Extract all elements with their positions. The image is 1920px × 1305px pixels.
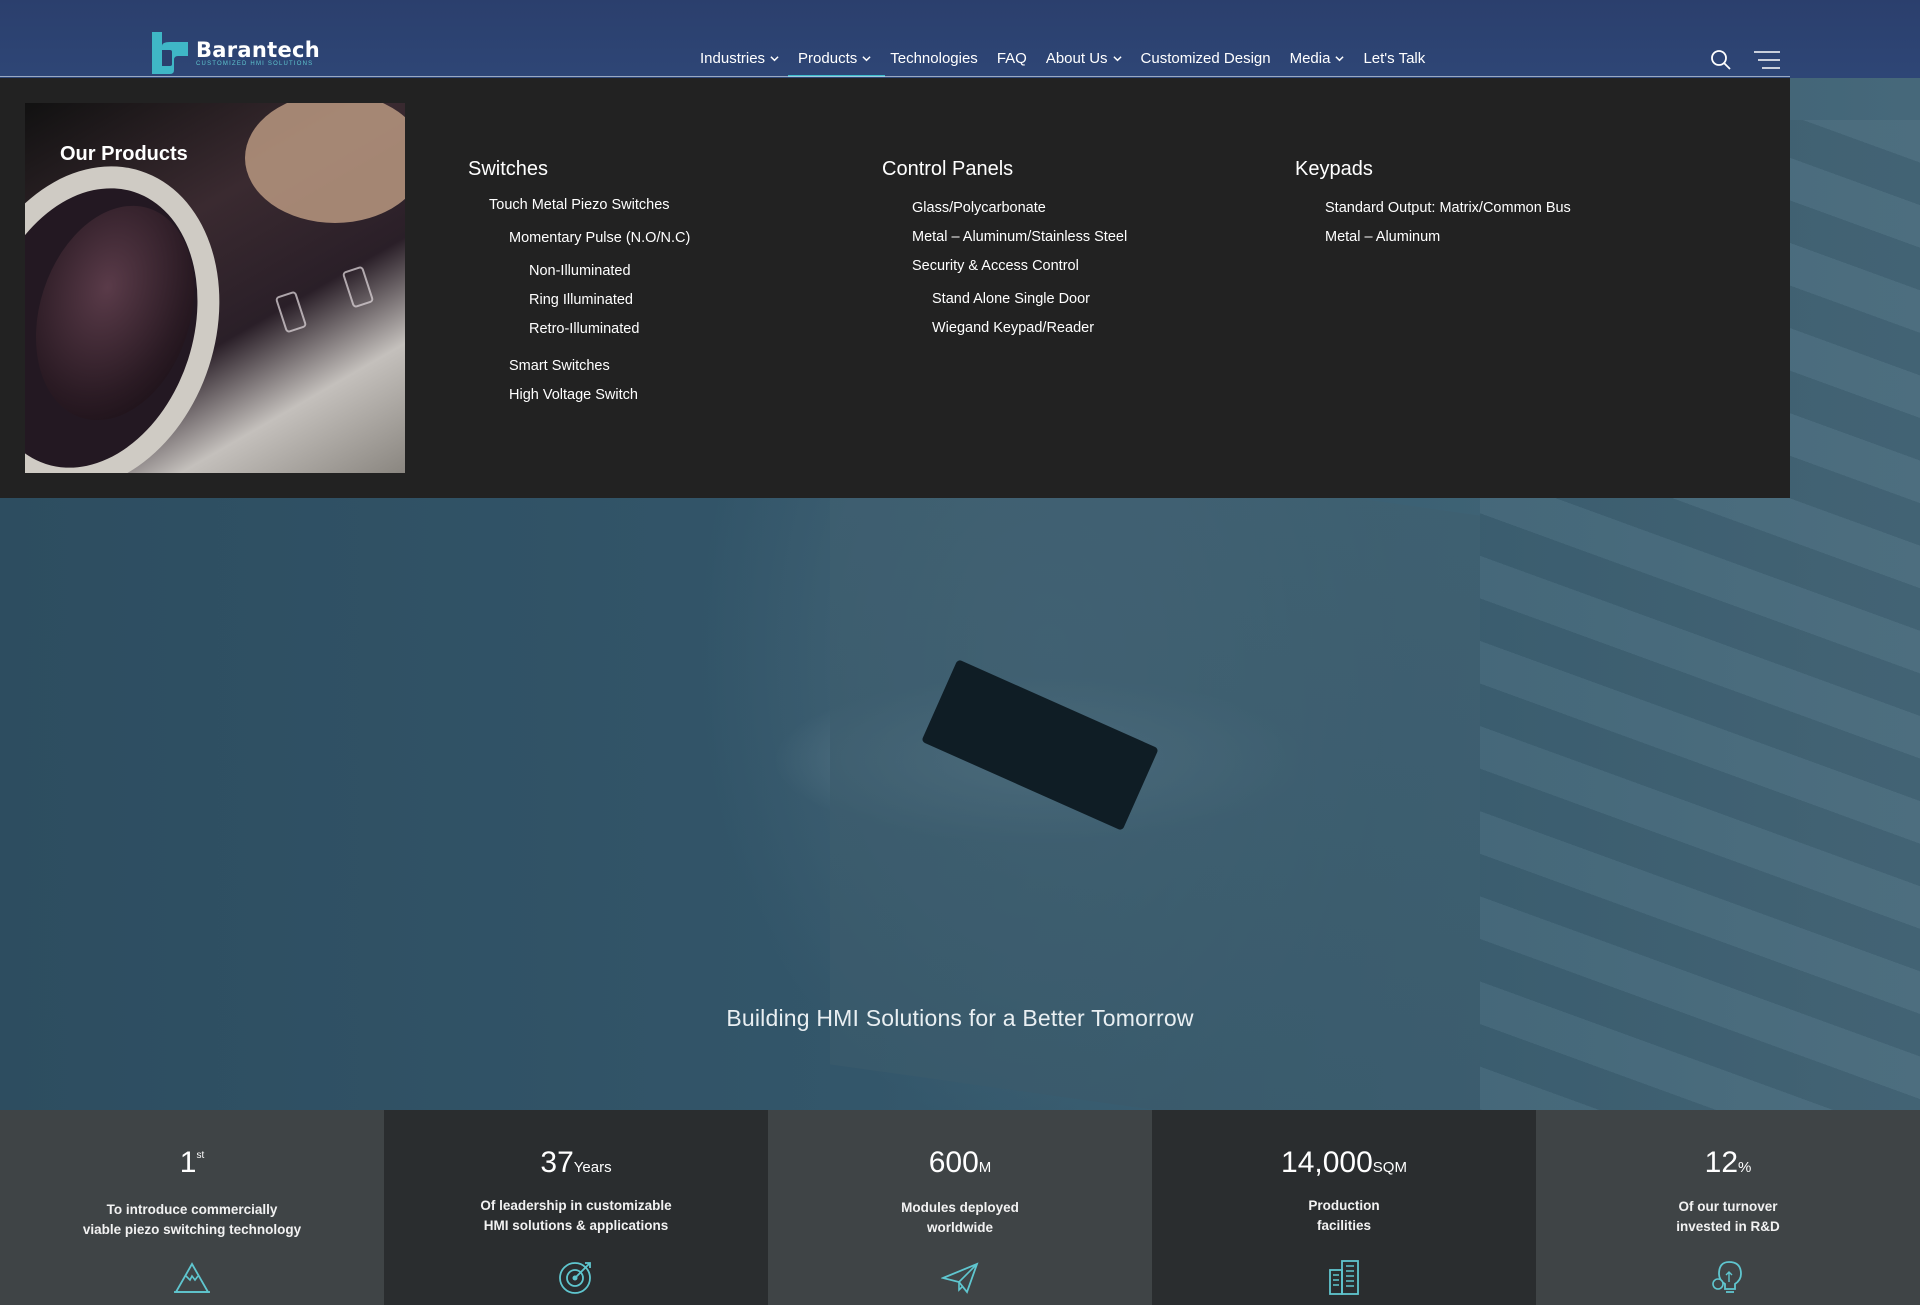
menu-link-standard-output[interactable]: Standard Output: Matrix/Common Bus (1325, 200, 1571, 216)
paper-plane-icon (941, 1262, 979, 1294)
brand-tagline: CUSTOMIZED HMI SOLUTIONS (196, 61, 314, 67)
nav-media-label: Media (1289, 50, 1331, 67)
stat-description: Modules deployed worldwide (901, 1200, 1019, 1235)
products-mega-menu: Our Products Switches Touch Metal Piezo … (0, 78, 1790, 498)
chevron-down-icon (1335, 56, 1345, 62)
menu-link-touch-metal-piezo[interactable]: Touch Metal Piezo Switches (489, 197, 670, 213)
stat-value: 14,000SQM (1281, 1146, 1407, 1179)
nav-technologies-label: Technologies (890, 50, 978, 67)
menu-link-momentary-pulse[interactable]: Momentary Pulse (N.O/N.C) (509, 230, 690, 246)
stat-card: 14,000SQM Production facilities (1152, 1110, 1536, 1305)
mountain-peak-icon (174, 1262, 210, 1293)
search-icon[interactable] (1710, 49, 1732, 71)
nav-media[interactable]: Media (1290, 50, 1345, 67)
nav-products[interactable]: Products (788, 50, 886, 77)
brand-logo[interactable]: Barantech CUSTOMIZED HMI SOLUTIONS (148, 30, 320, 76)
menu-heading-control-panels[interactable]: Control Panels (882, 158, 1013, 181)
nav-products-label: Products (798, 50, 858, 67)
stat-description: To introduce commercially viable piezo sw… (82, 1202, 302, 1237)
stat-card: 12% Of our turnover invested in R&D (1536, 1110, 1920, 1305)
menu-link-metal-aluminum[interactable]: Metal – Aluminum (1325, 229, 1440, 245)
menu-link-high-voltage-switch[interactable]: High Voltage Switch (509, 387, 638, 403)
nav-about-us-label: About Us (1045, 50, 1108, 67)
menu-heading-switches[interactable]: Switches (468, 158, 548, 181)
nav-lets-talk-label: Let's Talk (1363, 50, 1426, 67)
nav-lets-talk[interactable]: Let's Talk (1363, 50, 1425, 67)
nav-faq-label: FAQ (996, 50, 1027, 67)
stat-card: 37Years Of leadership in customizable HMI… (384, 1110, 768, 1305)
stat-description: Production facilities (1308, 1198, 1380, 1233)
stat-value: 1st (179, 1146, 205, 1179)
chevron-down-icon (770, 56, 779, 62)
site-header: Barantech CUSTOMIZED HMI SOLUTIONS Indus… (0, 0, 1920, 78)
menu-link-smart-switches[interactable]: Smart Switches (509, 358, 610, 374)
stat-description: Of our turnover invested in R&D (1676, 1199, 1780, 1234)
chevron-down-icon (862, 56, 871, 62)
chevron-down-icon (1112, 56, 1122, 62)
nav-customized-design-label: Customized Design (1140, 50, 1271, 67)
menu-link-ring-illuminated[interactable]: Ring Illuminated (529, 292, 633, 308)
nav-industries-label: Industries (700, 50, 766, 67)
stat-value: 37Years (540, 1146, 612, 1179)
menu-link-stand-alone-single-door[interactable]: Stand Alone Single Door (932, 291, 1090, 307)
menu-heading-keypads[interactable]: Keypads (1295, 158, 1373, 181)
nav-technologies[interactable]: Technologies (890, 50, 978, 67)
menu-link-security-access-control[interactable]: Security & Access Control (912, 258, 1079, 274)
nav-about-us[interactable]: About Us (1046, 50, 1122, 67)
header-divider (0, 76, 1790, 77)
nav-faq[interactable]: FAQ (997, 50, 1027, 67)
stat-card: 1st To introduce commercially viable piez… (0, 1110, 384, 1305)
menu-link-glass-polycarbonate[interactable]: Glass/Polycarbonate (912, 200, 1046, 216)
stats-strip: 1st To introduce commercially viable piez… (0, 1110, 1920, 1305)
stat-card: 600M Modules deployed worldwide (768, 1110, 1152, 1305)
menu-link-retro-illuminated[interactable]: Retro-Illuminated (529, 321, 639, 337)
nav-industries[interactable]: Industries (700, 50, 779, 67)
menu-link-wiegand-keypad-reader[interactable]: Wiegand Keypad/Reader (932, 320, 1094, 336)
stat-value: 12% (1704, 1146, 1752, 1179)
mega-menu-title: Our Products (60, 143, 188, 165)
lightbulb-gear-icon (1712, 1261, 1742, 1293)
brand-name: Barantech (196, 38, 321, 62)
menu-link-metal-aluminum-steel[interactable]: Metal – Aluminum/Stainless Steel (912, 229, 1127, 245)
target-icon (559, 1262, 591, 1294)
stat-description: Of leadership in customizable HMI solutio… (480, 1198, 672, 1233)
logo-mark-icon (148, 30, 192, 76)
building-icon (1329, 1260, 1359, 1295)
main-nav: Industries Products Technologies FAQ Abo… (700, 50, 1444, 77)
hamburger-menu-icon[interactable] (1754, 50, 1780, 70)
menu-link-non-illuminated[interactable]: Non-Illuminated (529, 263, 631, 279)
hero-tagline: Building HMI Solutions for a Better Tomo… (726, 1005, 1194, 1031)
nav-customized-design[interactable]: Customized Design (1141, 50, 1271, 67)
stat-value: 600M (928, 1146, 992, 1179)
